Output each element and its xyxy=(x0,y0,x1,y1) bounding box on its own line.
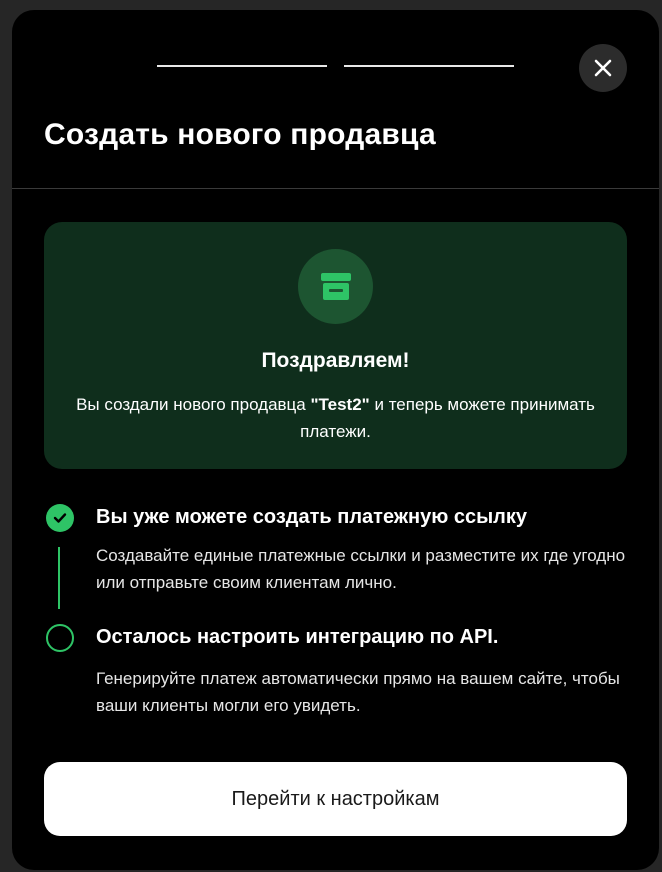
success-heading: Поздравляем! xyxy=(261,349,410,372)
progress-segment-2 xyxy=(344,65,514,67)
close-button[interactable] xyxy=(579,44,627,92)
step-pending-marker xyxy=(46,624,74,652)
step-title: Осталось настроить интеграцию по API. xyxy=(96,626,499,648)
seller-name: "Test2" xyxy=(310,395,370,414)
close-icon xyxy=(594,59,612,77)
store-icon-badge xyxy=(298,249,373,324)
header-divider xyxy=(12,188,659,189)
steps-connector-line xyxy=(58,547,60,609)
progress-segment-1 xyxy=(157,65,327,67)
step-description: Генерируйте платеж автоматически прямо н… xyxy=(96,669,620,715)
modal-title: Создать нового продавца xyxy=(44,118,436,151)
success-card: Поздравляем! Вы создали нового продавца … xyxy=(44,222,627,469)
step-title: Вы уже можете создать платежную ссылку xyxy=(96,506,528,528)
success-message-before: Вы создали нового продавца xyxy=(76,395,311,414)
step-progress xyxy=(157,65,514,67)
go-to-settings-button[interactable]: Перейти к настройкам xyxy=(44,762,627,836)
check-icon xyxy=(53,513,67,523)
store-icon xyxy=(320,272,351,300)
step-done-marker xyxy=(46,504,74,532)
step-description: Создавайте единые платежные ссылки и раз… xyxy=(96,546,626,592)
success-message: Вы создали нового продавца "Test2" и теп… xyxy=(74,391,597,445)
create-seller-modal: Создать нового продавца Поздравляем! Вы … xyxy=(12,10,659,870)
